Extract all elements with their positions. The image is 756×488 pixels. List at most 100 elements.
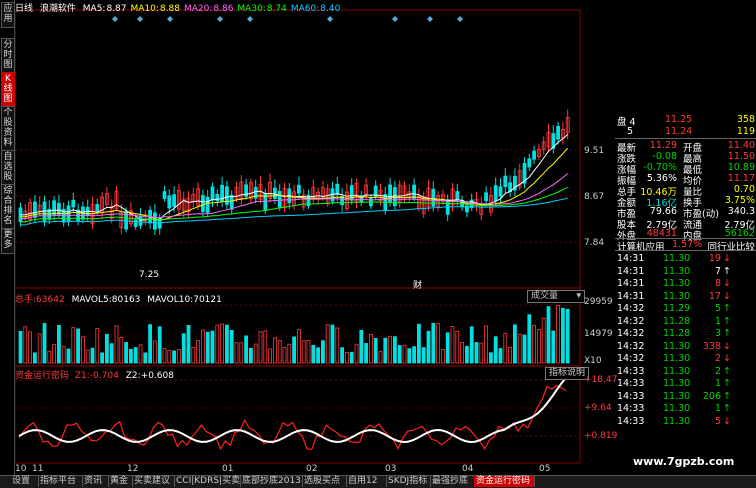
volume-tick: X10 [584, 356, 602, 366]
volume-bar [176, 349, 181, 364]
direction-arrow-icon: ↑ [723, 403, 731, 414]
tick-volume: 8 [714, 278, 721, 289]
volume-bar [181, 333, 186, 364]
direction-arrow-icon: ↓ [723, 253, 731, 264]
volume-bar [129, 348, 133, 364]
volume-bar [268, 348, 273, 364]
bottom-tab[interactable]: 底部抄底2013 [240, 476, 303, 487]
quote-stat-row: 金额 1.16亿 换手 3.75% [617, 195, 755, 209]
price-pane-frame [15, 9, 581, 289]
chart-canvas[interactable] [15, 0, 615, 475]
direction-arrow-icon: ↑ [723, 315, 731, 327]
tick-price: 11.28 [663, 328, 691, 339]
tick-volume: 1 [714, 403, 721, 414]
signal-diamond-icon [392, 16, 398, 22]
volume-bar [421, 347, 426, 364]
tick-time: 14:33 [617, 390, 645, 402]
tick-row[interactable]: 14:32 11.28 3 ↑ [617, 328, 755, 339]
tab-ranking[interactable]: 综合排名 [1, 184, 15, 230]
kline-chart-area[interactable]: 日线 浪潮软件 MA5:8.87 MA10:8.88 MA20:8.86 MA30:8… [15, 0, 618, 475]
tick-volume: 5 [714, 415, 721, 427]
bid-row[interactable]: 5 11.24 119 [617, 126, 755, 137]
volume-bar [416, 323, 421, 364]
ma-legend-value: 8.87 [106, 4, 127, 14]
tick-row[interactable]: 14:33 11.30 1 ↑ [617, 378, 755, 389]
candle-body [57, 202, 61, 215]
volume-bar [301, 340, 306, 364]
volume-bar [296, 329, 301, 364]
tick-row[interactable]: 14:32 11.29 5 ↑ [617, 303, 755, 314]
bottom-tab[interactable]: 资金运行密码 [474, 476, 535, 487]
volume-bar [272, 337, 277, 364]
tab-kline[interactable]: K线图 [1, 72, 15, 108]
tick-time: 14:32 [617, 303, 645, 314]
finance-marker[interactable]: 财 [413, 278, 422, 291]
bottom-tab[interactable]: 选股买点 [302, 476, 347, 487]
volume-bar [349, 351, 354, 364]
date-tick: 01 [222, 464, 234, 474]
tick-row[interactable]: 14:33 11.30 206 ↑ [617, 391, 755, 402]
volume-bar [359, 329, 364, 364]
stat-value: 5.36% [646, 173, 677, 184]
tick-row[interactable]: 14:33 11.30 2 ↑ [617, 366, 755, 377]
volume-bar [431, 322, 436, 364]
watermark: www.7gpzb.com [633, 455, 735, 468]
dropdown-arrow-icon: ▾ [576, 291, 581, 301]
bottom-tab[interactable]: 黄金 [108, 476, 133, 487]
volume-bar [474, 342, 479, 364]
tick-row[interactable]: 14:33 11.30 5 ↓ [617, 416, 755, 427]
bid-row[interactable]: 盘 4 11.25 358 [617, 114, 755, 128]
tick-row[interactable]: 14:31 11.30 8 ↓ [617, 278, 755, 289]
tick-time: 14:32 [617, 340, 645, 352]
volume-bar [95, 328, 100, 364]
tab-watchlist[interactable]: 自选股 [1, 150, 15, 186]
tick-time: 14:31 [617, 290, 645, 302]
tab-apps[interactable]: 应用 [1, 2, 15, 28]
tick-row[interactable]: 14:31 11.30 17 ↓ [617, 291, 755, 302]
bottom-tab[interactable]: 自用12 [346, 476, 387, 487]
bottom-tab[interactable]: 最强抄底 [430, 476, 475, 487]
volume-tick: 29959 [584, 297, 613, 307]
stat-value: 10.89 [727, 162, 755, 173]
tick-volume: 338 [702, 340, 721, 352]
tick-row[interactable]: 14:32 11.30 2 ↓ [617, 353, 755, 364]
bottom-tab[interactable]: SKDJ指标 [386, 476, 431, 487]
tick-row[interactable]: 14:31 11.30 19 ↓ [617, 253, 755, 264]
indicator-help-button[interactable]: 指标说明 [545, 367, 590, 380]
volume-bar [344, 352, 349, 364]
volume-bar [61, 346, 66, 364]
volume-bar [407, 348, 412, 364]
candle-body [215, 194, 220, 202]
bottom-tab[interactable]: 设置 [10, 476, 39, 487]
volume-selector[interactable]: 成交量 ▾ [527, 290, 585, 303]
tick-volume: 17 [708, 290, 721, 302]
tick-price: 11.30 [663, 353, 691, 364]
quote-stat-row: 涨幅 -0.70% 最低 10.89 [617, 162, 755, 176]
industry-row[interactable]: 计算机应用 1.57% 同行业比较 [617, 239, 755, 253]
tick-time: 14:31 [617, 253, 645, 264]
tab-intraday[interactable]: 分时图 [1, 38, 15, 74]
bottom-tab[interactable]: 买卖建议 [132, 476, 175, 487]
tick-volume: 3 [714, 328, 721, 339]
tab-profile[interactable]: 个股资料 [1, 106, 15, 152]
tab-more[interactable]: 更多 [1, 228, 15, 254]
indicator-tick: +0.819 [584, 431, 618, 441]
tick-row[interactable]: 14:33 11.30 1 ↑ [617, 403, 755, 414]
tick-price: 11.30 [663, 290, 691, 302]
stat-value: 11.40 [727, 140, 755, 151]
tick-row[interactable]: 14:31 11.30 7 ↑ [617, 266, 755, 277]
price-tick: 8.67 [584, 192, 605, 202]
tick-row[interactable]: 14:32 11.28 1 ↑ [617, 316, 755, 327]
candle-body [71, 199, 76, 208]
bottom-tab[interactable]: 指标平台 [38, 476, 83, 487]
volume-bar [57, 325, 61, 364]
tick-row[interactable]: 14:32 11.30 338 ↓ [617, 341, 755, 352]
quote-stat-row: 涨跌 -0.08 最高 11.50 [617, 151, 755, 165]
price-tick: 7.84 [584, 238, 605, 248]
indicator-tick: +9.64 [584, 403, 612, 413]
volume-bar [248, 347, 253, 364]
bottom-tab[interactable]: CCI|KDRS|买卖 [174, 476, 241, 487]
volume-bar [397, 345, 402, 364]
bottom-tab[interactable]: 资讯 [82, 476, 109, 487]
volume-bar [196, 340, 201, 364]
